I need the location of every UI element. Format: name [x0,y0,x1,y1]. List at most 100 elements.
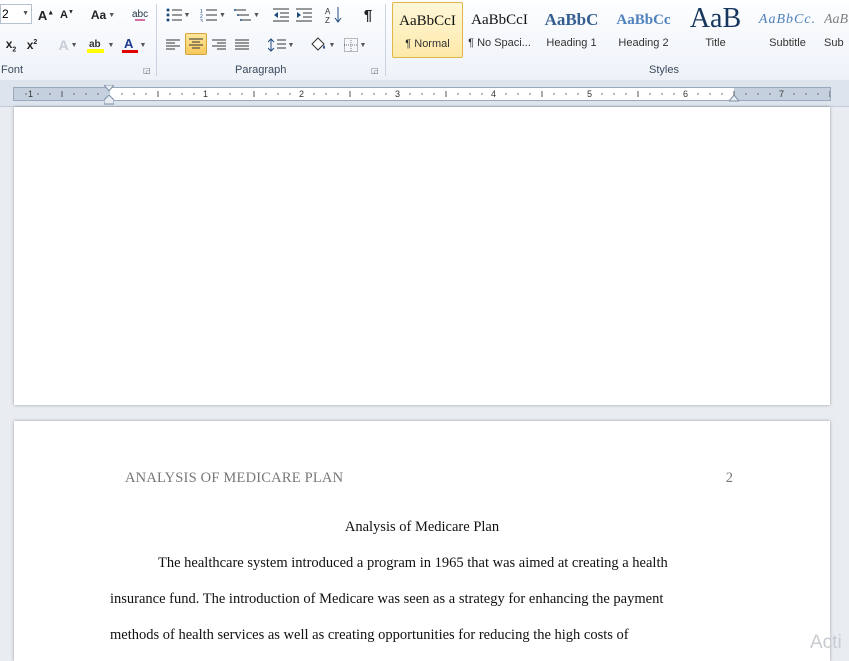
ruler-tick [361,93,363,95]
paragraph-line: methods of health services as well as cr… [110,627,629,643]
change-case-button[interactable]: Aa ▼ [88,4,118,26]
increase-indent-button[interactable] [293,4,315,26]
hanging-indent-marker[interactable] [104,95,114,105]
paragraph-group-label: Paragraph [235,64,287,76]
ruler-number: 6 [683,89,689,99]
style-heading-1[interactable]: AaBbC Heading 1 [536,2,607,58]
font-size-box[interactable]: 2 ▼ [0,4,32,24]
pilcrow-icon: ¶ [363,6,373,24]
chevron-down-icon: ▼ [328,41,336,49]
ruler-tick [553,93,555,95]
multilevel-list-icon [234,9,252,21]
paragraph-line: The healthcare system introduced a progr… [158,555,668,571]
style-name: Subtitle [769,37,806,49]
increase-indent-icon [296,8,312,22]
multilevel-list-button[interactable]: ▼ [232,4,262,26]
ruler-tick [457,93,459,95]
clear-formatting-button[interactable]: abc [129,4,151,26]
right-indent-marker[interactable] [729,95,739,103]
decrease-indent-button[interactable] [270,4,292,26]
bullets-icon [166,8,182,22]
document-page-2[interactable]: ANALYSIS OF MEDICARE PLAN 2 Analysis of … [14,421,830,661]
ruler-number: 3 [395,89,401,99]
clear-formatting-icon: abc [132,9,148,21]
ruler-tick [577,93,579,95]
numbering-button[interactable]: 1 2 3 ▼ [197,4,229,26]
ruler-tick [565,93,567,95]
font-dialog-launcher-icon[interactable]: ◲ [143,66,152,75]
font-color-icon: A [121,36,138,53]
show-formatting-button[interactable]: ¶ [357,4,379,26]
subscript-button[interactable]: x2 [2,34,20,56]
style-sample: AaBbC [544,10,599,29]
ruler-tick [181,93,183,95]
ruler-tick [433,93,435,95]
group-separator [156,4,157,76]
shrink-font-button[interactable]: A▼ [57,4,77,26]
shading-button[interactable]: ▼ [307,34,337,56]
style-subtitle[interactable]: AaBbCc. Subtitle [752,2,823,58]
align-right-button[interactable] [209,34,229,56]
highlight-button[interactable]: ab ▼ [85,34,115,56]
ruler-tick [97,93,99,95]
ruler-tick [697,93,699,95]
text-effects-button[interactable]: A ▼ [55,34,81,56]
align-left-button[interactable] [163,34,183,56]
bullets-button[interactable]: ▼ [163,4,193,26]
ruler-tick [421,93,423,95]
chevron-down-icon: ▼ [287,41,295,49]
ruler-tick [277,93,279,95]
ruler-tick [757,93,759,95]
align-right-icon [212,39,226,50]
svg-text:3: 3 [200,19,203,22]
document-page-1[interactable] [14,107,830,405]
chevron-down-icon: ▼ [139,41,147,49]
ruler-tick [325,93,327,95]
ruler-tick [709,93,711,95]
chevron-down-icon: ▼ [70,41,78,49]
svg-text:ab: ab [89,39,101,50]
style-no-spacing[interactable]: AaBbCcI ¶ No Spaci... [464,2,535,58]
sort-button[interactable]: AZ [323,4,345,26]
ruler-tick [409,93,411,95]
style-heading-2[interactable]: AaBbCc Heading 2 [608,2,679,58]
ruler-tick [145,93,147,95]
ruler-tick [745,93,747,95]
ruler-ticks [25,91,830,97]
align-center-button[interactable] [185,33,207,55]
ruler-number: 1 [203,89,209,99]
ruler-tick [481,93,483,95]
ruler-tick [673,93,675,95]
style-normal[interactable]: AaBbCcI ¶ Normal [392,2,463,58]
grow-font-button[interactable]: A▲ [36,4,56,26]
style-subtle-emphasis[interactable]: AaB Sub [824,2,849,58]
font-size-value: 2 [2,7,9,21]
line-spacing-button[interactable]: ▼ [265,34,297,56]
ruler-tick [373,93,375,95]
ruler-tick [805,93,807,95]
superscript-button[interactable]: x2 [23,34,41,56]
ruler-tick [385,93,387,95]
style-title[interactable]: AaB Title [680,2,751,58]
ruler-tick [601,93,603,95]
change-case-icon: Aa [90,8,107,22]
ruler-tick [817,93,819,95]
horizontal-ruler[interactable]: 1 1 2 3 4 5 6 7 [0,80,849,107]
ruler-tick [49,93,51,95]
font-color-button[interactable]: A ▼ [119,34,149,56]
justify-button[interactable] [232,34,252,56]
ruler-number: 5 [587,89,593,99]
style-sample: AaBbCcI [471,12,528,28]
first-line-indent-marker[interactable] [104,85,114,93]
ruler-tick [73,93,75,95]
style-name: Heading 2 [618,37,669,49]
chevron-down-icon: ▼ [219,11,226,19]
ruler-strip: 1 1 2 3 4 5 6 7 [13,87,831,101]
ruler-tick [529,93,531,95]
ruler-tick [313,93,315,95]
borders-button[interactable]: ▼ [340,34,370,56]
paragraph-dialog-launcher-icon[interactable]: ◲ [371,66,380,75]
ruler-tick [613,93,615,95]
style-name: Heading 1 [546,37,597,49]
chevron-down-icon: ▼ [108,11,116,19]
